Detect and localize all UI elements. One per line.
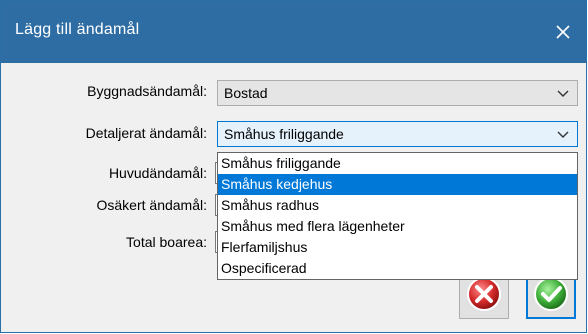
dropdown-option[interactable]: Småhus radhus <box>218 195 577 216</box>
dropdown-option-highlighted[interactable]: Småhus kedjehus <box>218 174 577 195</box>
window-title: Lägg till ändamål <box>15 21 140 38</box>
green-check-circle-icon <box>534 277 568 311</box>
title-bar[interactable]: Lägg till ändamål <box>1 1 586 63</box>
dropdown-option[interactable]: Småhus friliggande <box>218 153 577 174</box>
dropdown-option[interactable]: Ospecificerad <box>218 258 577 279</box>
dropdown-option[interactable]: Flerfamiljshus <box>218 237 577 258</box>
chevron-down-icon <box>557 90 569 97</box>
total-living-area-label: Total boarea: <box>126 234 207 250</box>
detailed-purpose-value: Småhus friliggande <box>224 126 344 142</box>
detailed-purpose-dropdown-list[interactable]: Småhus friliggande Småhus kedjehus Småhu… <box>217 152 578 280</box>
red-x-circle-icon <box>467 277 501 311</box>
detailed-purpose-combo[interactable]: Småhus friliggande <box>217 121 578 147</box>
uncertain-purpose-label: Osäkert ändamål: <box>96 197 208 213</box>
building-purpose-value: Bostad <box>224 85 268 101</box>
close-icon <box>556 25 570 39</box>
building-purpose-combo[interactable]: Bostad <box>217 80 578 106</box>
close-button[interactable] <box>540 1 586 63</box>
dropdown-option[interactable]: Småhus med flera lägenheter <box>218 216 577 237</box>
main-purpose-label: Huvudändamål: <box>108 165 207 181</box>
detailed-purpose-label: Detaljerat ändamål: <box>85 125 207 141</box>
building-purpose-label: Byggnadsändamål: <box>87 83 207 99</box>
add-purpose-dialog: Lägg till ändamål Byggnadsändamål: Bosta… <box>0 0 587 333</box>
chevron-down-icon <box>557 131 569 138</box>
